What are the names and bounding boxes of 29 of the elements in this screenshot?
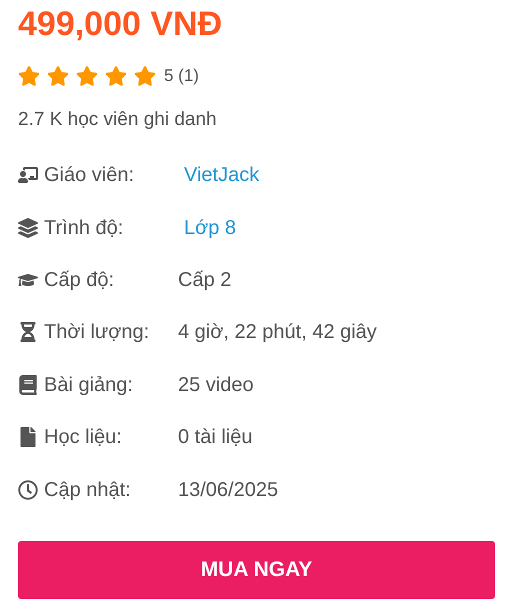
enrollment-count: 2.7 K học viên ghi danh xyxy=(18,108,218,132)
detail-link[interactable]: Lớp 8 xyxy=(184,212,236,243)
clock-icon xyxy=(18,480,38,500)
detail-value: 25 video xyxy=(178,372,254,398)
star-icon xyxy=(18,65,40,87)
detail-label: Cấp độ: xyxy=(44,268,116,293)
hourglass-icon xyxy=(18,322,38,342)
layers-icon xyxy=(18,218,38,238)
star-icon xyxy=(105,65,127,87)
detail-label: Thời lượng: xyxy=(44,320,150,346)
detail-label: Cập nhật: xyxy=(44,478,132,503)
detail-value: Cấp 2 xyxy=(178,268,232,293)
rating-score: 5 (1) xyxy=(164,65,199,88)
detail-value: 4 giờ, 22 phút, 42 giây xyxy=(178,320,377,346)
detail-label: Trình độ: xyxy=(44,216,124,241)
price: 499,000 VNĐ xyxy=(18,4,224,44)
star-icon xyxy=(47,65,69,87)
detail-label: Học liệu: xyxy=(44,425,123,450)
teacher-icon xyxy=(18,165,38,186)
detail-value: 0 tài liệu xyxy=(178,425,252,450)
file-icon xyxy=(18,427,38,448)
star-icon xyxy=(76,65,98,87)
buy-button[interactable]: MUA NGAY xyxy=(18,540,495,599)
book-icon xyxy=(18,374,38,395)
star-icon xyxy=(134,65,156,87)
detail-value: 13/06/2025 xyxy=(178,478,278,503)
detail-label: Giáo viên: xyxy=(44,163,136,188)
detail-label: Bài giảng: xyxy=(44,372,134,398)
detail-link[interactable]: VietJack xyxy=(184,160,260,190)
